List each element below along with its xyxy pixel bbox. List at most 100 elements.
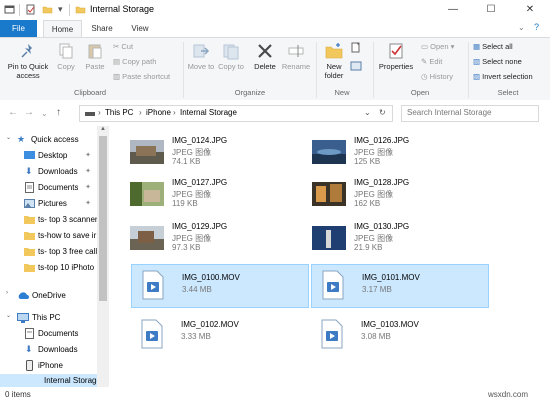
copy-to-icon (223, 44, 239, 60)
paste-button[interactable]: Paste (82, 42, 108, 71)
folder-icon (24, 264, 35, 272)
video-file-icon (321, 319, 343, 349)
pin-icon: ✦ (85, 152, 91, 159)
nav-scrollbar[interactable]: ▲ (97, 126, 109, 387)
new-folder-quick-icon[interactable] (42, 4, 53, 15)
tab-file[interactable]: File (0, 20, 37, 37)
address-dropdown-icon[interactable]: ⌄ (364, 108, 371, 117)
rename-button[interactable]: Rename (281, 42, 311, 71)
file-item[interactable]: IMG_0102.MOV 3.33 MB (131, 314, 307, 356)
close-button[interactable]: ✕ (510, 0, 550, 20)
nav-label: OneDrive (32, 291, 66, 300)
refresh-icon[interactable]: ↻ (379, 108, 386, 117)
document-icon (25, 182, 34, 193)
help-icon[interactable]: ? (534, 22, 539, 32)
nav-quick-access[interactable]: ⌄ ★ Quick access (0, 132, 97, 148)
nav-label: ts-how to save ir (38, 231, 97, 240)
file-item[interactable]: IMG_0128.JPG JPEG 图像 162 KB (304, 174, 480, 216)
properties-quick-icon[interactable] (25, 4, 36, 15)
copy-icon (59, 43, 73, 59)
open-group-label: Open (410, 88, 430, 97)
open-button[interactable]: ▭ Open ▾ (421, 42, 454, 51)
file-item[interactable]: IMG_0127.JPG JPEG 图像 119 KB (122, 174, 298, 216)
system-menu-icon[interactable] (4, 4, 15, 15)
nav-item-desktop[interactable]: Desktop ✦ (0, 148, 97, 164)
tab-view[interactable]: View (124, 20, 156, 37)
nav-item-folder[interactable]: ts-how to save ir (0, 228, 97, 244)
scrollbar-thumb[interactable] (99, 136, 107, 301)
pin-icon (21, 44, 32, 58)
new-folder-button[interactable]: New folder (319, 42, 349, 80)
nav-item-documents[interactable]: Documents ✦ (0, 180, 97, 196)
file-item[interactable]: IMG_0129.JPG JPEG 图像 97.3 KB (122, 218, 298, 260)
new-group-label: New (334, 88, 350, 97)
file-item[interactable]: IMG_0130.JPG JPEG 图像 21.9 KB (304, 218, 480, 260)
properties-button[interactable]: Properties (376, 42, 416, 71)
edit-button[interactable]: ✎ Edit (421, 57, 442, 66)
cut-button[interactable]: ✂ Cut (113, 42, 133, 51)
move-to-button[interactable]: Move to (187, 42, 215, 71)
search-input[interactable]: Search Internal Storage (401, 105, 539, 122)
file-item[interactable]: IMG_0126.JPG JPEG 图像 125 KB (304, 132, 480, 174)
video-file-icon (322, 270, 344, 300)
file-item[interactable]: IMG_0124.JPG JPEG 图像 74.1 KB (122, 132, 298, 174)
recent-locations-icon[interactable]: ⌄ (41, 109, 48, 118)
file-item[interactable]: IMG_0101.MOV 3.17 MB (311, 264, 489, 308)
chevron-down-icon[interactable]: ⌄ (6, 312, 11, 319)
nav-item-pictures[interactable]: Pictures ✦ (0, 196, 97, 212)
breadcrumb-this-pc[interactable]: This PC (105, 108, 133, 117)
address-bar[interactable]: › This PC › iPhone › Internal Storage ⌄ … (79, 105, 393, 122)
easy-access-button[interactable] (349, 60, 363, 74)
file-item[interactable]: IMG_0103.MOV 3.08 MB (311, 314, 487, 356)
copy-to-button[interactable]: Copy to (217, 42, 245, 71)
nav-label: Documents (38, 329, 79, 338)
expand-ribbon-icon[interactable]: ⌄ (518, 23, 525, 32)
back-arrow-icon[interactable]: ← (8, 107, 18, 118)
nav-item-pc-downloads[interactable]: ⬇ Downloads (0, 342, 97, 358)
maximize-button[interactable]: ☐ (472, 0, 510, 20)
breadcrumb-iphone[interactable]: iPhone (146, 108, 171, 117)
pc-icon (85, 112, 95, 116)
nav-item-internal-storage[interactable]: Internal Storage (0, 374, 101, 388)
invert-selection-button[interactable]: ▨ Invert selection (473, 72, 533, 81)
up-arrow-icon[interactable]: ↑ (56, 107, 61, 118)
edit-label: Edit (429, 57, 443, 66)
nav-item-downloads[interactable]: ⬇ Downloads ✦ (0, 164, 97, 180)
nav-this-pc[interactable]: ⌄ This PC (0, 310, 97, 326)
nav-item-iphone[interactable]: iPhone (0, 358, 97, 374)
file-item[interactable]: IMG_0100.MOV 3.44 MB (131, 264, 309, 308)
tab-share[interactable]: Share (86, 20, 118, 37)
customize-quick-access-icon[interactable]: ▾ (58, 4, 63, 15)
forward-arrow-icon[interactable]: → (24, 107, 34, 118)
copy-button[interactable]: Copy (54, 42, 78, 71)
paste-shortcut-button[interactable]: ▥ Paste shortcut (113, 72, 170, 81)
select-all-button[interactable]: ▦ Select all (473, 42, 513, 51)
item-count: 0 items (5, 390, 31, 399)
move-to-label: Move to (187, 62, 215, 71)
copy-to-label: Copy to (218, 62, 244, 71)
breadcrumb-internal-storage[interactable]: Internal Storage (180, 108, 237, 117)
chevron-right-icon: › (98, 108, 101, 117)
nav-item-folder[interactable]: ts- top 3 scanner (0, 212, 97, 228)
minimize-button[interactable]: — (434, 0, 472, 20)
chevron-down-icon[interactable]: ⌄ (6, 134, 11, 141)
pin-to-quick-access-button[interactable]: Pin to Quick access (3, 42, 53, 80)
nav-item-folder[interactable]: ts-top 10 iPhoto (0, 260, 97, 276)
nav-item-folder[interactable]: ts- top 3 free call (0, 244, 97, 260)
nav-onedrive[interactable]: › OneDrive (0, 288, 97, 304)
file-size: 119 KB (172, 199, 198, 208)
pin-icon: ✦ (85, 168, 91, 175)
scroll-up-icon[interactable]: ▲ (100, 126, 106, 132)
chevron-right-icon[interactable]: › (6, 290, 8, 296)
new-item-button[interactable] (349, 42, 363, 56)
tab-home[interactable]: Home (43, 20, 82, 37)
delete-button[interactable]: Delete (251, 42, 279, 71)
paste-shortcut-icon: ▥ (113, 72, 123, 81)
copy-path-button[interactable]: ▤ Copy path (113, 57, 156, 66)
watermark: wsxdn.com (488, 390, 529, 399)
properties-icon (389, 43, 403, 59)
select-none-button[interactable]: ▧ Select none (473, 57, 522, 66)
nav-item-pc-documents[interactable]: Documents (0, 326, 97, 342)
history-button[interactable]: ◷ History (421, 72, 453, 81)
nav-label: Downloads (38, 345, 78, 354)
